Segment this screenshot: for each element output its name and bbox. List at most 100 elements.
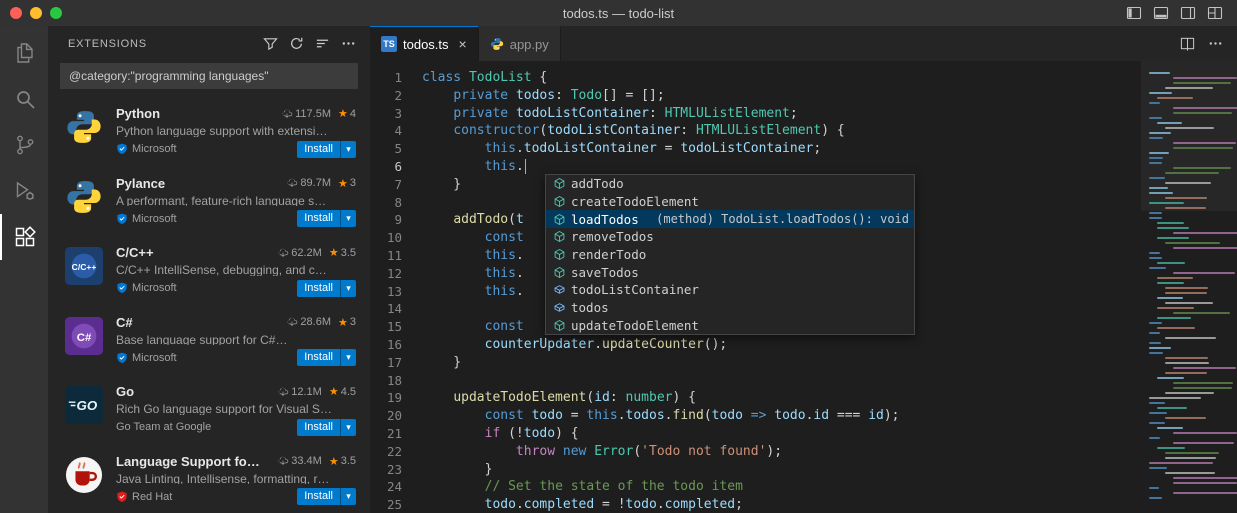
suggestion-updateTodoElement[interactable]: updateTodoElement (546, 317, 914, 335)
activity-bar-run-debug[interactable] (0, 168, 48, 214)
more-actions-icon[interactable] (1208, 36, 1223, 51)
suggestion-label: saveTodos (571, 265, 639, 280)
rating: ★3.5 (329, 455, 356, 468)
minimap[interactable] (1141, 61, 1237, 513)
code-line: 23 } (370, 461, 1141, 479)
verified-publisher-icon (116, 491, 128, 503)
minimap-line (1149, 412, 1167, 414)
install-dropdown-icon[interactable]: ▾ (340, 141, 356, 158)
suggestion-detail: (method) TodoList.loadTodos(): void (644, 212, 909, 226)
suggestion-createTodoElement[interactable]: createTodoElement (546, 193, 914, 211)
extension-footer-row: MicrosoftInstall▾ (116, 210, 356, 227)
customize-layout-icon[interactable] (1207, 5, 1223, 21)
install-button-label: Install (297, 349, 340, 366)
minimap-line (1165, 292, 1207, 294)
suggestion-renderTodo[interactable]: renderTodo (546, 246, 914, 264)
rating: ★4.5 (329, 385, 356, 398)
activity-bar-search[interactable] (0, 76, 48, 122)
code-line: 16 counterUpdater.updateCounter(); (370, 336, 1141, 354)
activity-bar-extensions[interactable] (0, 214, 48, 260)
code-line: 18 (370, 372, 1141, 390)
install-dropdown-icon[interactable]: ▾ (340, 280, 356, 297)
download-value: 117.5M (295, 108, 331, 120)
code-text: this. (422, 158, 526, 176)
extension-list-item[interactable]: Python117.5M★4Python language support wi… (48, 97, 370, 167)
suggestion-todos[interactable]: todos (546, 299, 914, 317)
tab-bar: TStodos.ts×app.py (370, 26, 1237, 61)
install-dropdown-icon[interactable]: ▾ (340, 210, 356, 227)
minimap-line (1149, 132, 1171, 134)
suggestion-loadTodos[interactable]: loadTodos(method) TodoList.loadTodos(): … (546, 210, 914, 228)
install-button[interactable]: Install▾ (297, 488, 356, 505)
vscode-window: todos.ts — todo-list EXTENSIONS Python11… (0, 0, 1237, 513)
activity-bar-source-control[interactable] (0, 122, 48, 168)
line-number: 1 (370, 69, 422, 87)
activity-bar (0, 26, 48, 513)
extension-list-item[interactable]: Pylance89.7M★3A performant, feature-rich… (48, 167, 370, 237)
minimap-line (1149, 352, 1163, 354)
layout-panel-icon[interactable] (1153, 5, 1169, 21)
close-tab-icon[interactable]: × (459, 37, 467, 51)
java-logo-icon (64, 455, 104, 495)
extension-list-item[interactable]: C#C#28.6M★3Base language support for C#…… (48, 306, 370, 376)
layout-sidebar-left-icon[interactable] (1126, 5, 1142, 21)
install-button-label: Install (297, 210, 340, 227)
minimap-line (1157, 282, 1184, 284)
extension-list: Python117.5M★4Python language support wi… (48, 97, 370, 513)
publisher: Microsoft (116, 352, 177, 364)
split-editor-icon[interactable] (1180, 36, 1195, 51)
install-button[interactable]: Install▾ (297, 280, 356, 297)
line-number: 10 (370, 229, 422, 247)
install-dropdown-icon[interactable]: ▾ (340, 488, 356, 505)
refresh-icon[interactable] (289, 36, 304, 51)
line-number: 3 (370, 105, 422, 123)
activity-bar-explorer[interactable] (0, 30, 48, 76)
code-line: 25 todo.completed = !todo.completed; (370, 496, 1141, 513)
suggestion-addTodo[interactable]: addTodo (546, 175, 914, 193)
minimap-line (1165, 362, 1209, 364)
extension-stats: 33.4M★3.5 (271, 455, 356, 468)
close-window-button[interactable] (10, 7, 22, 19)
star-icon: ★ (329, 455, 339, 468)
code-text: const (422, 318, 524, 336)
code-line: 22 throw new Error('Todo not found'); (370, 443, 1141, 461)
extension-search-input[interactable] (60, 63, 358, 89)
minimize-window-button[interactable] (30, 7, 42, 19)
filter-icon[interactable] (263, 36, 278, 51)
extension-list-item[interactable]: C/C++C/C++62.2M★3.5C/C++ IntelliSense, d… (48, 236, 370, 306)
download-icon (277, 386, 289, 398)
install-button[interactable]: Install▾ (297, 349, 356, 366)
line-number: 5 (370, 140, 422, 158)
suggestion-removeTodos[interactable]: removeTodos (546, 228, 914, 246)
tab-app.py[interactable]: app.py (479, 26, 561, 61)
download-icon (286, 316, 298, 328)
extension-name: Python (116, 106, 160, 121)
line-number: 2 (370, 87, 422, 105)
extension-list-item[interactable]: Language Support fo…33.4M★3.5Java Lintin… (48, 445, 370, 513)
sort-icon[interactable] (315, 36, 330, 51)
install-button[interactable]: Install▾ (297, 141, 356, 158)
symbol-method-icon (550, 248, 568, 261)
layout-sidebar-right-icon[interactable] (1180, 5, 1196, 21)
install-dropdown-icon[interactable]: ▾ (340, 419, 356, 436)
rating-value: 3.5 (341, 455, 356, 467)
install-button[interactable]: Install▾ (297, 210, 356, 227)
more-actions-icon[interactable] (341, 36, 356, 51)
source-control-icon (13, 133, 37, 157)
minimap-line (1149, 257, 1162, 259)
zoom-window-button[interactable] (50, 7, 62, 19)
suggestion-saveTodos[interactable]: saveTodos (546, 263, 914, 281)
install-dropdown-icon[interactable]: ▾ (340, 349, 356, 366)
install-button[interactable]: Install▾ (297, 419, 356, 436)
minimap-line (1165, 207, 1206, 209)
suggestion-todoListContainer[interactable]: todoListContainer (546, 281, 914, 299)
minimap-line (1157, 297, 1183, 299)
minimap-line (1157, 427, 1183, 429)
minimap-line (1157, 317, 1191, 319)
tab-todos.ts[interactable]: TStodos.ts× (370, 26, 479, 61)
extension-list-item[interactable]: GOGo12.1M★4.5Rich Go language support fo… (48, 375, 370, 445)
verified-publisher-icon (116, 213, 128, 225)
line-number: 13 (370, 283, 422, 301)
line-number: 23 (370, 461, 422, 479)
minimap-line (1165, 302, 1213, 304)
